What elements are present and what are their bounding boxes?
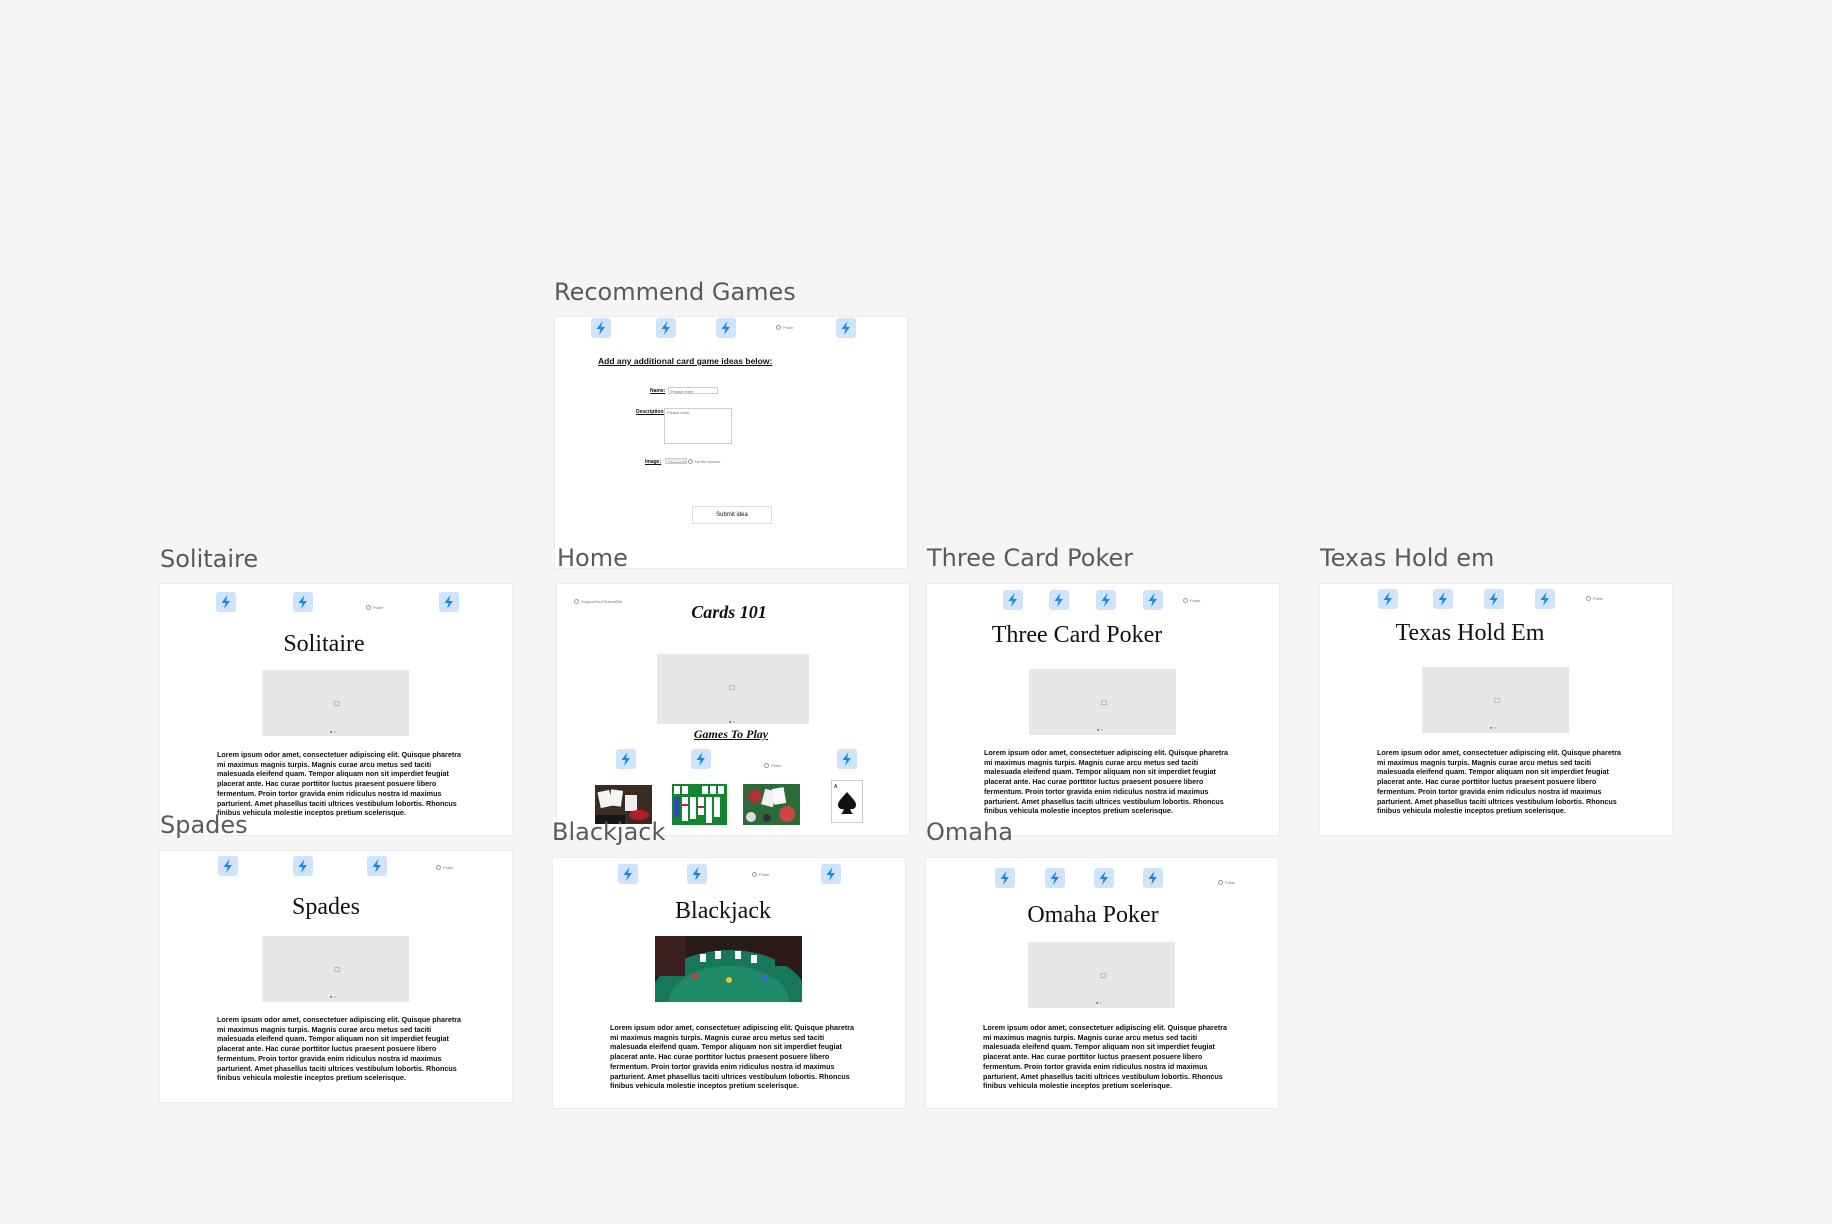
lightning-bolt-icon[interactable] bbox=[716, 318, 736, 338]
lightning-bolt-icon[interactable] bbox=[367, 856, 387, 876]
frame-label-solitaire[interactable]: Solitaire bbox=[160, 547, 258, 571]
frame-label-spades[interactable]: Spades bbox=[160, 813, 248, 837]
nav-link-poker[interactable]: Poker bbox=[1183, 598, 1200, 603]
submit-idea-button[interactable]: Submit idea bbox=[692, 506, 772, 524]
solitaire-thumbnail[interactable] bbox=[672, 784, 727, 825]
hero-pager[interactable]: ● ○ bbox=[729, 719, 735, 724]
lightning-bolt-icon[interactable] bbox=[687, 864, 707, 884]
lightning-bolt-icon[interactable] bbox=[1049, 590, 1069, 610]
lightning-bolt-icon[interactable] bbox=[837, 749, 857, 769]
body-text: Lorem ipsum odor amet, consectetuer adip… bbox=[610, 1023, 855, 1091]
home-title: Cards 101 bbox=[691, 602, 767, 622]
nav-link-poker[interactable]: Poker bbox=[764, 763, 781, 768]
nav-link-poker[interactable]: Poker bbox=[752, 872, 769, 877]
lightning-bolt-icon[interactable] bbox=[618, 864, 638, 884]
frame-solitaire[interactable]: Poker Solitaire ● ○ Lorem ipsum odor ame… bbox=[160, 584, 512, 835]
frame-spades[interactable]: Poker Spades ● ○ Lorem ipsum odor amet, … bbox=[160, 851, 512, 1102]
body-text: Lorem ipsum odor amet, consectetuer adip… bbox=[1377, 748, 1622, 816]
lightning-bolt-icon[interactable] bbox=[591, 318, 611, 338]
lightning-bolt-icon[interactable] bbox=[1003, 590, 1023, 610]
body-text: Lorem ipsum odor amet, consectetuer adip… bbox=[217, 1015, 462, 1083]
blackjack-table-image bbox=[655, 936, 802, 1002]
image-label: Image: bbox=[645, 459, 662, 465]
hero-image-placeholder bbox=[657, 654, 809, 724]
page-title: Spades bbox=[292, 894, 360, 920]
design-canvas[interactable]: { "frames": { "recommend": { "label": "R… bbox=[0, 0, 1832, 1224]
name-input[interactable]: Please enter bbox=[668, 387, 718, 394]
lightning-bolt-icon[interactable] bbox=[821, 864, 841, 884]
nav-link-poker[interactable]: Poker bbox=[776, 325, 793, 330]
poker-thumbnail[interactable] bbox=[743, 784, 800, 825]
choose-file-button[interactable]: Choose File bbox=[665, 458, 687, 464]
lightning-bolt-icon[interactable] bbox=[293, 592, 313, 612]
lightning-bolt-icon[interactable] bbox=[1378, 589, 1398, 609]
image-placeholder bbox=[1422, 667, 1569, 733]
carousel-pager[interactable]: ● ○ bbox=[1490, 725, 1496, 730]
frame-blackjack[interactable]: Poker Blackjack Lorem ipsum odor amet, c… bbox=[553, 858, 905, 1108]
carousel-pager[interactable]: ● ○ bbox=[330, 994, 336, 999]
body-text: Lorem ipsum odor amet, consectetuer adip… bbox=[983, 1023, 1228, 1091]
frame-label-home[interactable]: Home bbox=[557, 546, 628, 570]
page-title: Texas Hold Em bbox=[1395, 620, 1545, 646]
games-to-play-heading: Games To Play bbox=[693, 727, 769, 741]
frame-three-card-poker[interactable]: Poker Three Card Poker ● ○ Lorem ipsum o… bbox=[927, 584, 1279, 835]
frame-label-blackjack[interactable]: Blackjack bbox=[552, 820, 665, 844]
image-placeholder bbox=[1029, 669, 1176, 735]
file-status: No file chosen bbox=[688, 459, 720, 464]
image-placeholder bbox=[1028, 942, 1175, 1008]
page-title: Three Card Poker bbox=[991, 622, 1163, 648]
lightning-bolt-icon[interactable] bbox=[1143, 868, 1163, 888]
lightning-bolt-icon[interactable] bbox=[1484, 589, 1504, 609]
lightning-bolt-icon[interactable] bbox=[995, 868, 1015, 888]
image-placeholder bbox=[262, 936, 409, 1002]
lightning-bolt-icon[interactable] bbox=[836, 318, 856, 338]
lightning-bolt-icon[interactable] bbox=[1045, 868, 1065, 888]
page-title: Solitaire bbox=[283, 631, 365, 657]
frame-label-omaha[interactable]: Omaha bbox=[926, 820, 1013, 844]
frame-label-texas-hold-em[interactable]: Texas Hold em bbox=[1320, 546, 1494, 570]
lightning-bolt-icon[interactable] bbox=[1094, 868, 1114, 888]
lightning-bolt-icon[interactable] bbox=[439, 592, 459, 612]
page-title: Blackjack bbox=[675, 898, 771, 924]
frame-recommend-games[interactable]: Poker Add any additional card game ideas… bbox=[555, 317, 907, 568]
description-label: Description: bbox=[636, 409, 666, 415]
lightning-bolt-icon[interactable] bbox=[616, 749, 636, 769]
carousel-pager[interactable]: ● ○ bbox=[1096, 1000, 1102, 1005]
frame-home[interactable]: SupportYourTextureBar Cards 101 ● ○ Game… bbox=[557, 584, 909, 835]
lightning-bolt-icon[interactable] bbox=[1433, 589, 1453, 609]
nav-link-poker[interactable]: Poker bbox=[1586, 596, 1603, 601]
lightning-bolt-icon[interactable] bbox=[216, 592, 236, 612]
nav-link-poker[interactable]: Poker bbox=[436, 865, 453, 870]
frame-omaha[interactable]: Poker Omaha Poker ● ○ Lorem ipsum odor a… bbox=[926, 858, 1278, 1108]
description-textarea[interactable]: Please enter bbox=[664, 408, 732, 444]
form-heading: Add any additional card game ideas below… bbox=[598, 356, 773, 366]
carousel-pager[interactable]: ● ○ bbox=[1097, 727, 1103, 732]
nav-link-poker[interactable]: Poker bbox=[1218, 880, 1235, 885]
body-text: Lorem ipsum odor amet, consectetuer adip… bbox=[984, 748, 1229, 816]
frame-label-recommend-games[interactable]: Recommend Games bbox=[554, 280, 796, 304]
nav-link-poker[interactable]: Poker bbox=[366, 605, 383, 610]
lightning-bolt-icon[interactable] bbox=[1096, 590, 1116, 610]
frame-texas-hold-em[interactable]: Poker Texas Hold Em ● ○ Lorem ipsum odor… bbox=[1320, 584, 1672, 835]
spades-thumbnail[interactable]: A bbox=[831, 780, 863, 823]
lightning-bolt-icon[interactable] bbox=[293, 856, 313, 876]
lightning-bolt-icon[interactable] bbox=[656, 318, 676, 338]
lightning-bolt-icon[interactable] bbox=[1535, 589, 1555, 609]
svg-text:A: A bbox=[834, 784, 838, 790]
lightning-bolt-icon[interactable] bbox=[691, 749, 711, 769]
carousel-pager[interactable]: ● ○ bbox=[330, 729, 336, 734]
lightning-bolt-icon[interactable] bbox=[1143, 590, 1163, 610]
name-label: Name: bbox=[650, 388, 666, 394]
frame-label-three-card-poker[interactable]: Three Card Poker bbox=[927, 546, 1133, 570]
lightning-bolt-icon[interactable] bbox=[218, 856, 238, 876]
body-text: Lorem ipsum odor amet, consectetuer adip… bbox=[217, 750, 462, 818]
page-title: Omaha Poker bbox=[1027, 902, 1159, 928]
image-placeholder bbox=[262, 670, 409, 736]
